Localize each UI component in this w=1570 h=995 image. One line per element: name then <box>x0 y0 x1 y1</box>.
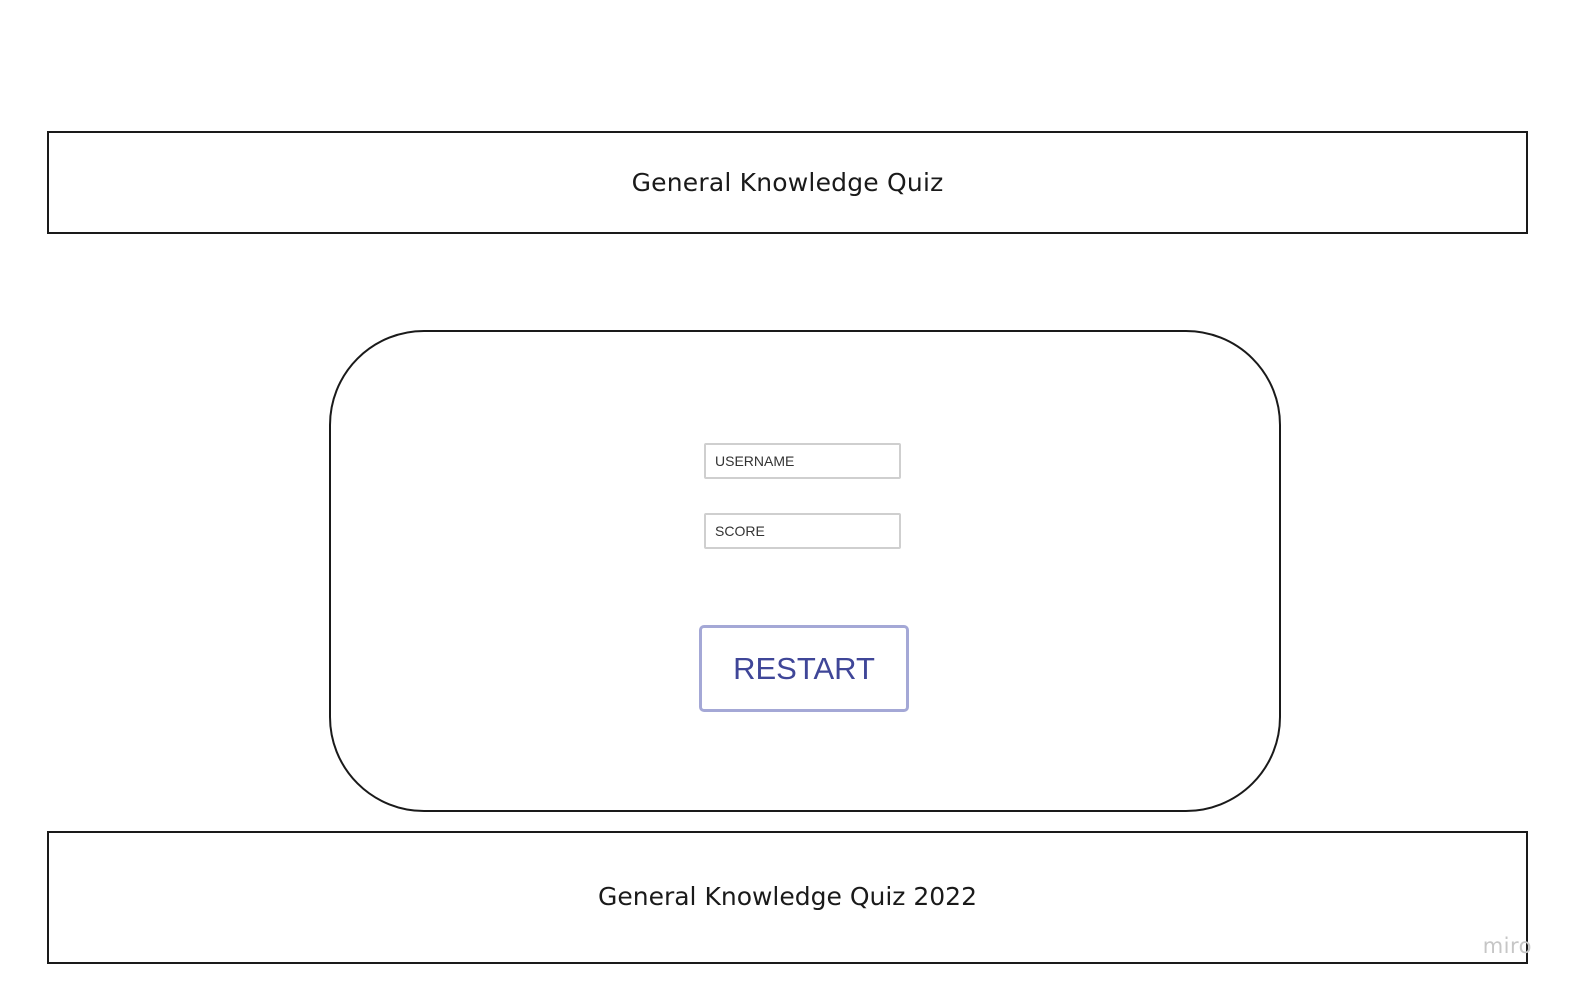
username-input[interactable] <box>704 443 901 479</box>
page-title: General Knowledge Quiz <box>631 168 944 197</box>
result-card <box>329 330 1281 812</box>
header-bar: General Knowledge Quiz <box>47 131 1528 234</box>
restart-button[interactable]: RESTART <box>699 625 909 712</box>
miro-watermark: miro <box>1482 934 1532 958</box>
footer-text: General Knowledge Quiz 2022 <box>597 882 977 911</box>
footer-bar: General Knowledge Quiz 2022 <box>47 831 1528 964</box>
score-input[interactable] <box>704 513 901 549</box>
